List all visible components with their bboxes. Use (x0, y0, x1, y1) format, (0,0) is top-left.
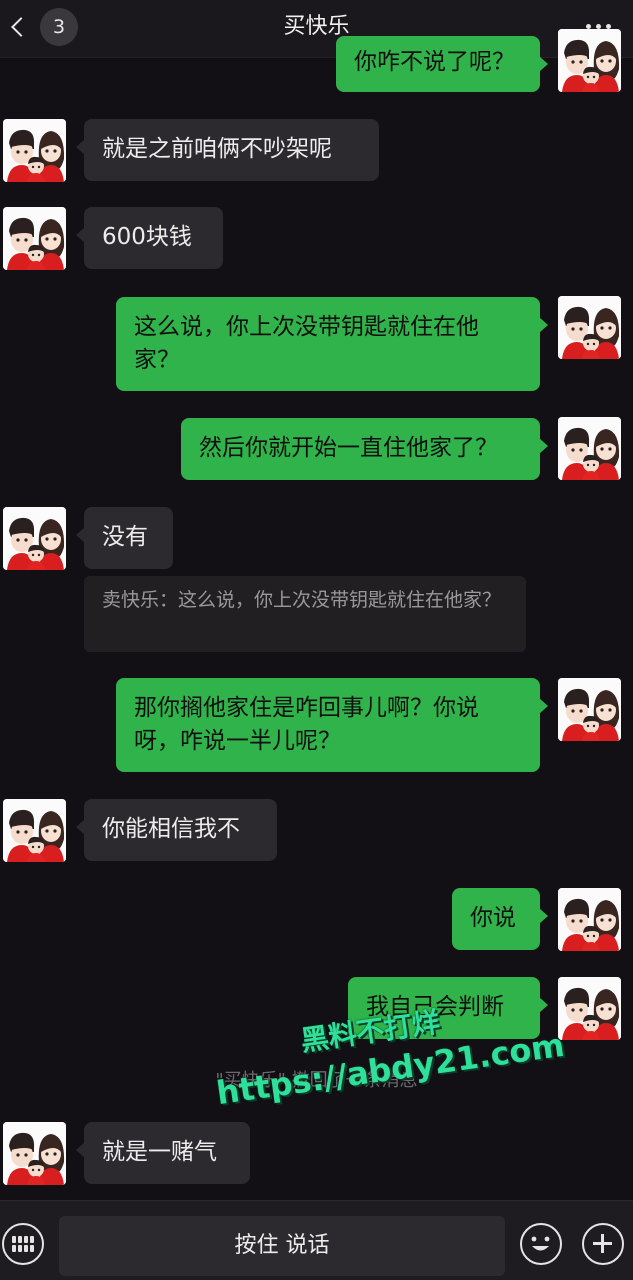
message-bubble-outgoing[interactable]: 你说 (452, 888, 548, 950)
avatar-contact[interactable] (3, 1122, 66, 1185)
avatar-contact[interactable] (3, 507, 66, 570)
avatar-self[interactable] (558, 417, 621, 480)
message-bubble-incoming[interactable]: 你能相信我不 (76, 799, 277, 861)
avatar-self[interactable] (558, 888, 621, 951)
avatar-self[interactable] (558, 678, 621, 741)
avatar-contact[interactable] (3, 207, 66, 270)
quoted-message[interactable]: 卖快乐：这么说，你上次没带钥匙就住在他家？ (84, 576, 526, 652)
emoji-icon[interactable] (520, 1223, 562, 1265)
message-bubble-outgoing[interactable]: 这么说，你上次没带钥匙就住在他家？ (116, 297, 548, 391)
message-bubble-outgoing[interactable]: 你咋不说了呢？ (336, 36, 548, 92)
message-bubble-incoming[interactable]: 就是之前咱俩不吵架呢 (76, 119, 379, 181)
plus-icon[interactable] (582, 1223, 624, 1265)
avatar-contact[interactable] (3, 119, 66, 182)
hold-to-talk-button[interactable]: 按住 说话 (59, 1216, 505, 1276)
avatar-self[interactable] (558, 29, 621, 92)
avatar-self[interactable] (558, 296, 621, 359)
avatar-contact[interactable] (3, 799, 66, 862)
input-bar: 按住 说话 (0, 1200, 633, 1280)
message-bubble-incoming[interactable]: 就是一赌气 (76, 1122, 250, 1184)
keyboard-icon[interactable] (2, 1223, 44, 1265)
message-bubble-incoming[interactable]: 没有 (76, 507, 173, 569)
message-bubble-outgoing[interactable]: 那你搁他家住是咋回事儿啊？你说呀，咋说一半儿呢？ (116, 678, 548, 772)
message-bubble-outgoing[interactable]: 然后你就开始一直住他家了？ (181, 418, 548, 480)
avatar-self[interactable] (558, 977, 621, 1040)
message-bubble-incoming[interactable]: 600块钱 (76, 207, 223, 269)
